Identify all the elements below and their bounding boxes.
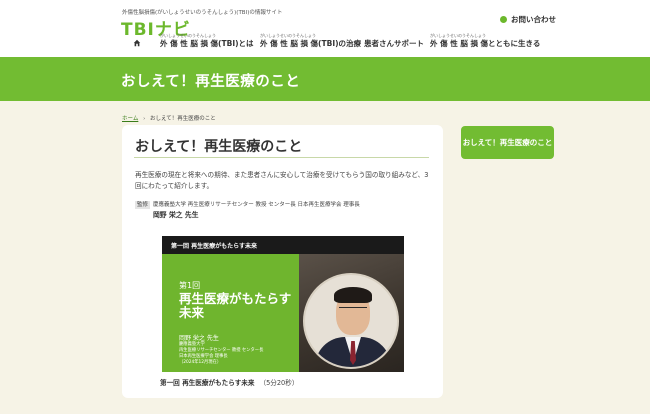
presenter-portrait [303, 273, 399, 369]
breadcrumb-home-link[interactable]: ホーム [122, 116, 138, 122]
nav-label: 外 傷 性 脳 損 傷(TBI)の治療 [260, 39, 362, 48]
contact-link[interactable]: お問い合わせ [500, 14, 556, 25]
main-nav: がいしょうせいのうそんしょう 外 傷 性 脳 損 傷(TBI)とは がいしょうせ… [0, 33, 650, 53]
video-caption-duration: （5分20秒） [259, 379, 299, 387]
nav-label: 患者さんサポート [364, 39, 424, 48]
article-intro: 再生医療の現在と将来への期待、また患者さんに安心して治療を受けてもらう国の取り組… [135, 171, 429, 190]
breadcrumb: ホーム › おしえて！再生医療のこと [122, 114, 216, 122]
video-presenter-affiliation: 慶應義塾大学 再生医療リサーチセンター 教授 センター長 日本再生医療学会 理事… [179, 342, 264, 365]
breadcrumb-current: おしえて！再生医療のこと [150, 116, 216, 122]
video-caption: 第一回 再生医療がもたらす未来 （5分20秒） [160, 377, 298, 387]
contact-label: お問い合わせ [511, 15, 556, 24]
video-presenter: 岡野 栄之 先生 [179, 335, 219, 342]
contact-bullet-icon [500, 16, 507, 23]
page-banner [0, 57, 650, 101]
banner-title: おしえて！再生医療のこと [121, 74, 301, 90]
home-icon [133, 39, 141, 47]
nav-item-living-with-tbi[interactable]: がいしょうせいのうそんしょう 外 傷 性 脳 損 傷とともに生きる [430, 33, 540, 49]
video-caption-title: 第一回 再生医療がもたらす未来 [160, 379, 255, 387]
video-episode: 第1回 [179, 281, 201, 290]
page-title: おしえて！再生医療のこと [135, 139, 303, 155]
sidebar-button-regenerative-medicine[interactable]: おしえて！再生医療のこと [461, 126, 554, 159]
nav-item-tbi-about[interactable]: がいしょうせいのうそんしょう 外 傷 性 脳 損 傷(TBI)とは [160, 33, 254, 49]
breadcrumb-separator: › [143, 116, 146, 122]
nav-item-home[interactable] [133, 33, 141, 47]
nav-label: 外 傷 性 脳 損 傷(TBI)とは [160, 39, 254, 48]
video-title: 再生医療がもたらす未来 [179, 291, 292, 320]
supervisor-name: 岡野 栄之 先生 [153, 211, 199, 219]
supervisor-tag: 監修 [135, 201, 151, 209]
nav-item-tbi-treatment[interactable]: がいしょうせいのうそんしょう 外 傷 性 脳 損 傷(TBI)の治療 [260, 33, 361, 49]
nav-label: 外 傷 性 脳 損 傷とともに生きる [430, 39, 541, 48]
video-topbar: 第一回 再生医療がもたらす未来 [162, 236, 404, 254]
title-divider [134, 157, 429, 158]
nav-item-patient-support[interactable]: 患者さんサポート [364, 33, 424, 49]
supervisor-affiliation: 慶應義塾大学 再生医療リサーチセンター 教授 センター長 日本再生医療学会 理事… [153, 202, 360, 208]
video-topbar-title: 第一回 再生医療がもたらす未来 [171, 243, 257, 250]
